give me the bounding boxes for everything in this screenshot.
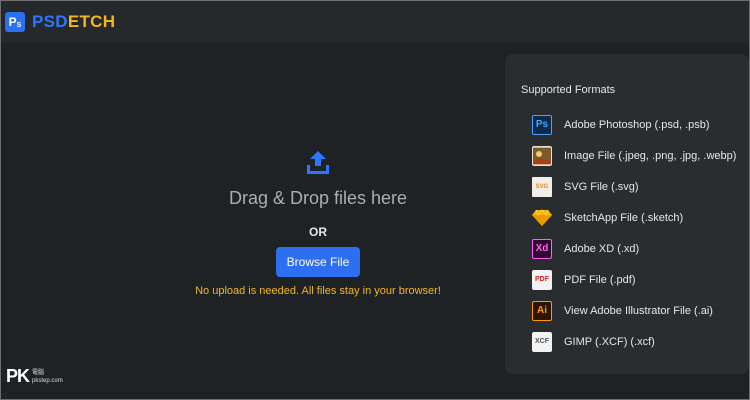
- svg-file-icon: SVG: [532, 176, 552, 197]
- format-label: Image File (.jpeg, .png, .jpg, .webp): [564, 149, 737, 162]
- upload-icon: [307, 151, 329, 174]
- brand-part-etch: ETCH: [67, 12, 116, 31]
- format-label: Adobe XD (.xd): [564, 242, 640, 255]
- format-item-gimp: XCF GIMP (.XCF) (.xcf): [532, 326, 747, 357]
- drop-zone[interactable]: Drag & Drop files here OR Browse File No…: [130, 150, 506, 310]
- sketch-icon: [532, 208, 552, 228]
- drag-drop-text: Drag & Drop files here: [228, 188, 408, 208]
- adobe-xd-icon: Xd: [532, 238, 552, 259]
- watermark-line2: pkstep.com: [32, 377, 63, 384]
- watermark-line1: 電腦: [32, 369, 45, 376]
- format-label: View Adobe Illustrator File (.ai): [564, 304, 713, 317]
- gimp-file-icon: XCF: [532, 331, 552, 352]
- supported-formats-panel: Supported Formats Ps Adobe Photoshop (.p…: [505, 54, 749, 374]
- brand-part-psd: PSD: [32, 12, 68, 31]
- format-item-photoshop: Ps Adobe Photoshop (.psd, .psb): [532, 109, 747, 140]
- logo-badge[interactable]: PS: [5, 12, 25, 32]
- format-label: GIMP (.XCF) (.xcf): [564, 335, 655, 348]
- privacy-note: No upload is needed. All files stay in y…: [195, 285, 441, 297]
- watermark-sub: 電腦 pkstep.com: [32, 369, 63, 385]
- format-list: Ps Adobe Photoshop (.psd, .psb) Image Fi…: [532, 109, 747, 357]
- image-file-icon: [532, 145, 552, 166]
- format-item-sketch: SketchApp File (.sketch): [532, 202, 747, 233]
- pdf-file-icon: PDF: [532, 269, 552, 290]
- illustrator-icon: Ai: [532, 300, 552, 321]
- browse-file-button[interactable]: Browse File: [275, 247, 361, 277]
- format-label: PDF File (.pdf): [564, 273, 636, 286]
- logo-badge-sub: S: [16, 21, 22, 29]
- format-item-svg: SVG SVG File (.svg): [532, 171, 747, 202]
- format-label: Adobe Photoshop (.psd, .psb): [564, 118, 710, 131]
- format-label: SketchApp File (.sketch): [564, 211, 684, 224]
- format-item-xd: Xd Adobe XD (.xd): [532, 233, 747, 264]
- format-item-illustrator: Ai View Adobe Illustrator File (.ai): [532, 295, 747, 326]
- watermark-logo: PK 電腦 pkstep.com: [6, 366, 63, 387]
- format-label: SVG File (.svg): [564, 180, 639, 193]
- photoshop-icon: Ps: [532, 114, 552, 135]
- format-item-pdf: PDF PDF File (.pdf): [532, 264, 747, 295]
- watermark-main: PK: [6, 366, 30, 386]
- brand-name[interactable]: PSDETCH: [32, 12, 115, 32]
- panel-title: Supported Formats: [521, 84, 616, 96]
- navbar: PS PSDETCH: [1, 1, 749, 43]
- logo-badge-letter: P: [8, 15, 17, 29]
- format-item-image: Image File (.jpeg, .png, .jpg, .webp): [532, 140, 747, 171]
- or-separator: OR: [309, 225, 327, 239]
